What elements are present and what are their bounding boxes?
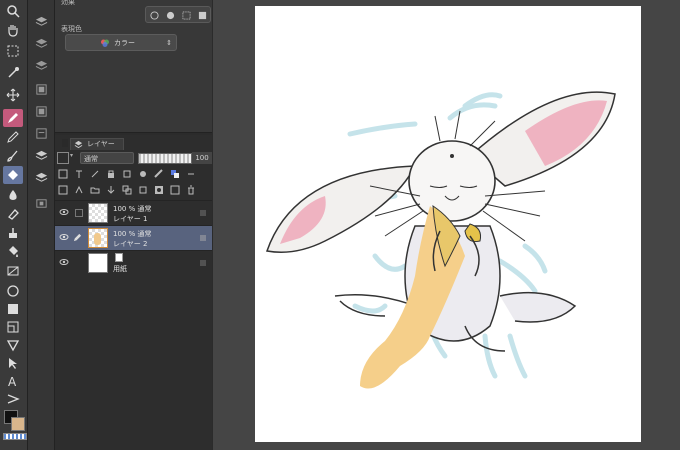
clip-icon[interactable]	[57, 168, 69, 180]
text-tool-icon[interactable]: A	[3, 372, 23, 390]
object-tool-icon[interactable]	[3, 354, 23, 372]
edit-pen-icon	[73, 233, 82, 242]
combine-icon[interactable]	[137, 184, 149, 196]
pen-tool-icon[interactable]	[3, 109, 23, 127]
apply-mask-icon[interactable]	[169, 184, 181, 196]
sub-tool-strip	[28, 0, 55, 450]
more-icon[interactable]	[185, 168, 197, 180]
layer-stack-icon[interactable]	[32, 12, 50, 30]
layer-tab[interactable]: レイヤー	[70, 138, 124, 150]
material-icon[interactable]	[32, 194, 50, 212]
panel-icon[interactable]	[32, 80, 50, 98]
new-raster-layer-icon[interactable]	[57, 184, 69, 196]
svg-text:A: A	[8, 375, 17, 388]
layer-property-icon[interactable]	[32, 168, 50, 186]
decoration-tool-icon[interactable]	[3, 224, 23, 242]
effect-buttons	[145, 6, 211, 23]
transparent-color-icon[interactable]	[3, 433, 27, 440]
visibility-eye-icon[interactable]	[59, 207, 69, 217]
paper-icon	[115, 253, 123, 262]
tone-icon[interactable]	[181, 5, 191, 24]
blend-mode-select[interactable]: 通常	[80, 152, 134, 164]
visibility-eye-icon[interactable]	[59, 257, 69, 267]
paint-bucket-icon[interactable]	[3, 243, 23, 261]
layer-thumbnail	[88, 253, 108, 273]
lock-icon[interactable]	[105, 168, 117, 180]
layer-name: 用紙	[113, 265, 127, 273]
layer-blend-info: 100 % 通常	[113, 230, 152, 238]
layer-checkbox[interactable]	[75, 209, 83, 217]
figure-tool-icon[interactable]	[3, 282, 23, 300]
balloon-tool-icon[interactable]	[3, 336, 23, 354]
eyedropper-tool-icon[interactable]	[3, 64, 23, 82]
hand-tool-icon[interactable]	[3, 21, 23, 39]
dropdown-arrow-icon: ▾	[70, 152, 74, 159]
panel-icon-3[interactable]	[32, 124, 50, 142]
delete-layer-icon[interactable]	[185, 184, 197, 196]
drag-handle-icon[interactable]	[200, 210, 206, 216]
layer-mask-icon[interactable]	[153, 184, 165, 196]
ruler-icon[interactable]	[153, 168, 165, 180]
layer-row-paper[interactable]: 用紙	[55, 250, 212, 275]
layer-thumbnail	[88, 203, 108, 223]
new-vector-layer-icon[interactable]	[73, 184, 85, 196]
blend-tool-icon[interactable]	[3, 186, 23, 204]
layer-toolbar-row-2	[57, 183, 210, 197]
ruler-tool-icon[interactable]	[3, 318, 23, 336]
move-tool-icon[interactable]	[3, 86, 23, 104]
expression-color-label: 表現色	[61, 25, 82, 33]
drag-handle-icon[interactable]	[200, 260, 206, 266]
layer-stack-icon-2[interactable]	[32, 34, 50, 52]
visibility-eye-icon[interactable]	[59, 232, 69, 242]
layer-tab-label: レイヤー	[87, 140, 115, 148]
lock-transparency-icon[interactable]	[121, 168, 133, 180]
effect-label: 効果	[61, 0, 75, 6]
layer-property-panel: 効果 表現色	[55, 0, 212, 133]
eraser-tool-icon[interactable]	[3, 205, 23, 223]
expression-color-select[interactable]: カラー ⇕	[65, 34, 177, 51]
sub-color-swatch[interactable]	[11, 417, 25, 431]
transfer-down-icon[interactable]	[105, 184, 117, 196]
layer-blend-info: 100 % 通常	[113, 205, 152, 213]
layer-color-icon[interactable]	[198, 5, 207, 24]
layer-type-icon[interactable]	[57, 152, 69, 164]
merge-down-icon[interactable]	[121, 184, 133, 196]
drawing-canvas[interactable]	[255, 6, 641, 442]
rabbit-illustration	[266, 91, 616, 389]
opacity-slider[interactable]	[138, 153, 192, 164]
layer-thumbnail	[88, 228, 108, 248]
tool-palette: A	[0, 0, 28, 450]
gradient-tool-icon[interactable]	[3, 262, 23, 280]
opacity-value[interactable]: 100	[192, 152, 212, 164]
correction-tool-icon[interactable]	[3, 390, 23, 408]
layer-toolbar-row-1	[57, 167, 210, 181]
reference-icon[interactable]	[73, 168, 85, 180]
panel-icon-2[interactable]	[32, 102, 50, 120]
layer-stack-icon-3[interactable]	[32, 56, 50, 74]
extract-line-icon[interactable]	[166, 5, 175, 24]
new-folder-icon[interactable]	[89, 184, 101, 196]
color-select-value: カラー	[114, 38, 135, 47]
layer-row-2[interactable]: 100 % 通常 レイヤー 2	[55, 225, 212, 250]
palette-color-icon[interactable]	[169, 168, 181, 180]
brush-tool-icon[interactable]	[3, 147, 23, 165]
zoom-tool-icon[interactable]	[3, 2, 23, 20]
color-wheel-icon	[100, 38, 110, 48]
layer-row-1[interactable]: 100 % 通常 レイヤー 1	[55, 200, 212, 225]
selection-tool-icon[interactable]	[3, 42, 23, 60]
panel-grip[interactable]	[62, 139, 68, 147]
mask-icon[interactable]	[137, 168, 149, 180]
chevron-updown-icon: ⇕	[166, 38, 172, 47]
layer-name: レイヤー 1	[113, 215, 148, 223]
border-effect-icon[interactable]	[149, 5, 159, 24]
layer-panel-icon[interactable]	[32, 146, 50, 164]
frame-border-tool-icon[interactable]	[3, 300, 23, 318]
fill-bucket-tool-icon[interactable]	[3, 166, 23, 184]
pencil-tool-icon[interactable]	[3, 128, 23, 146]
draft-icon[interactable]	[89, 168, 101, 180]
drag-handle-icon[interactable]	[200, 235, 206, 241]
layer-name: レイヤー 2	[113, 240, 148, 248]
